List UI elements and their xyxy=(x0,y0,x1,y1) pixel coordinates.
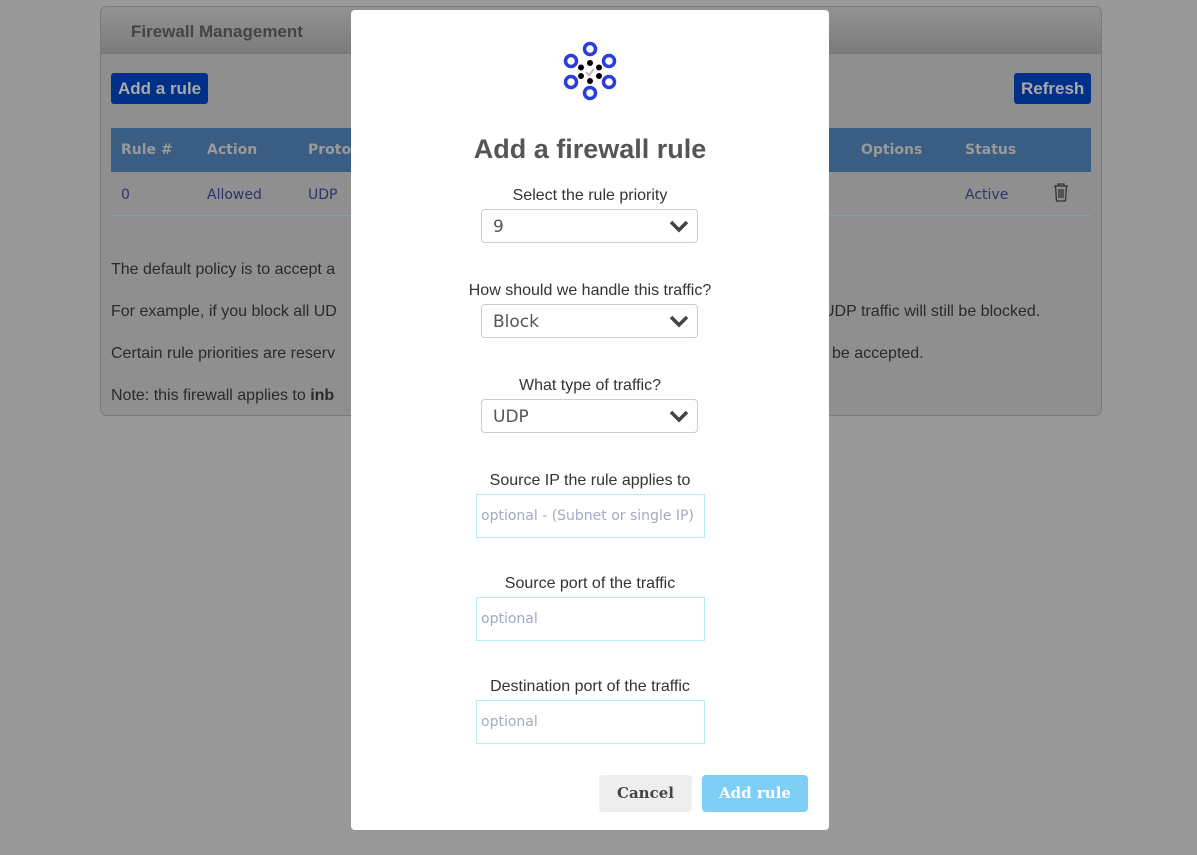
modal-title: Add a firewall rule xyxy=(473,134,707,164)
note-bold: inb xyxy=(310,387,335,404)
note-inbound: Note: this firewall applies to inb xyxy=(111,387,334,405)
trash-icon[interactable] xyxy=(1052,182,1070,202)
note-reserved-end: be accepted. xyxy=(832,345,924,362)
priority-label: Select the rule priority xyxy=(512,187,668,204)
chevron-down-icon xyxy=(669,315,689,328)
col-action: Action xyxy=(207,142,258,158)
logo-icon xyxy=(563,41,617,101)
cancel-button[interactable]: Cancel xyxy=(599,775,692,812)
cell-rule: 0 xyxy=(121,187,130,203)
type-label: What type of traffic? xyxy=(519,377,661,394)
protocol-select[interactable]: UDP xyxy=(481,399,698,433)
handle-label: How should we handle this traffic? xyxy=(468,282,712,299)
refresh-button[interactable]: Refresh xyxy=(1014,73,1092,104)
cell-action: Allowed xyxy=(207,187,262,203)
add-rule-modal: Add a firewall rule Select the rule prio… xyxy=(351,10,829,830)
chevron-down-icon xyxy=(669,220,689,233)
source-port-label: Source port of the traffic xyxy=(504,575,676,592)
submit-add-rule-button[interactable]: Add rule xyxy=(702,775,808,812)
note-default-policy: The default policy is to accept a xyxy=(111,261,336,278)
action-select[interactable]: Block xyxy=(481,304,698,338)
source-ip-label: Source IP the rule applies to xyxy=(489,472,691,489)
col-rule: Rule # xyxy=(121,142,173,158)
protocol-value: UDP xyxy=(493,407,529,427)
action-value: Block xyxy=(493,312,539,332)
destination-port-label: Destination port of the traffic xyxy=(490,678,690,695)
destination-port-input[interactable] xyxy=(476,700,705,744)
note-example: For example, if you block all UD xyxy=(111,303,337,320)
source-ip-input[interactable] xyxy=(476,494,705,538)
col-options: Options xyxy=(861,142,923,158)
priority-value: 9 xyxy=(493,217,504,237)
priority-select[interactable]: 9 xyxy=(481,209,698,243)
source-port-input[interactable] xyxy=(476,597,705,641)
panel-title: Firewall Management xyxy=(131,22,303,41)
col-status: Status xyxy=(965,142,1017,158)
cell-status: Active xyxy=(965,187,1009,203)
cell-protocol: UDP xyxy=(308,187,338,203)
chevron-down-icon xyxy=(669,410,689,423)
add-rule-button[interactable]: Add a rule xyxy=(111,73,209,104)
note-example-end: UDP traffic will still be blocked. xyxy=(823,303,1041,320)
note-text: Note: this firewall applies to xyxy=(111,387,311,404)
note-reserved: Certain rule priorities are reserv xyxy=(111,345,336,362)
